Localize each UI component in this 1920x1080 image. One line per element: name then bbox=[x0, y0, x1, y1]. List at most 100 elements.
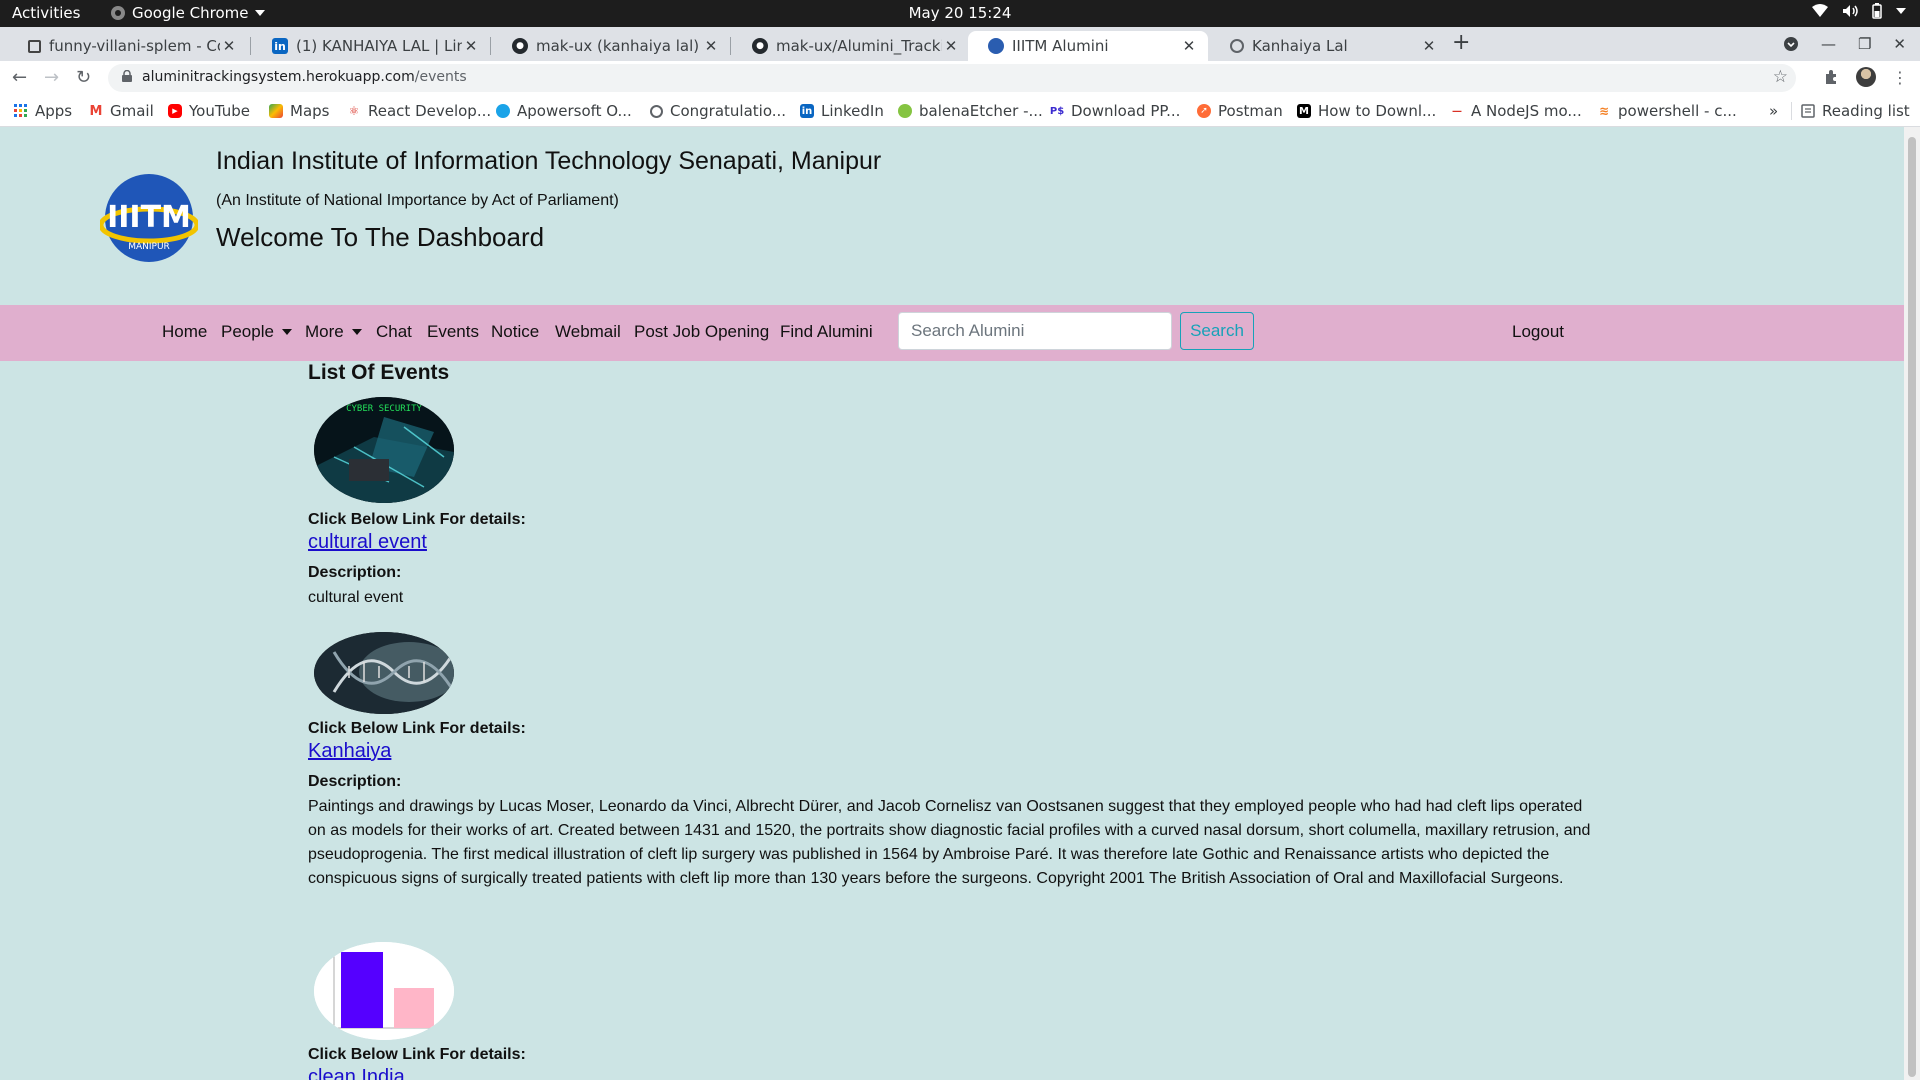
react-icon: ⚛ bbox=[348, 104, 360, 118]
bookmarks-bar: Apps M Gmail ▶ YouTube Maps ⚛ React Deve… bbox=[0, 95, 1920, 127]
close-icon[interactable]: ✕ bbox=[220, 37, 238, 55]
stackoverflow-icon: ≋ bbox=[1598, 104, 1610, 118]
linkedin-icon: in bbox=[272, 38, 288, 54]
maps-icon bbox=[269, 104, 283, 118]
chevron-down-icon bbox=[1896, 8, 1906, 14]
minimize-icon[interactable]: — bbox=[1821, 35, 1836, 53]
system-tray[interactable] bbox=[1812, 3, 1906, 19]
bookmark-star-icon[interactable]: ☆ bbox=[1773, 67, 1788, 87]
nav-chat[interactable]: Chat bbox=[376, 322, 412, 342]
reading-list-button[interactable]: Reading list bbox=[1801, 102, 1910, 120]
nav-more-dropdown[interactable]: More bbox=[305, 322, 362, 342]
medium-icon: M bbox=[1297, 104, 1311, 118]
event-description: cultural event bbox=[308, 589, 404, 606]
bookmark-congratulations[interactable]: Congratulatio... bbox=[650, 102, 786, 120]
institute-name: Indian Institute of Information Technolo… bbox=[216, 147, 882, 175]
nav-post-job-opening[interactable]: Post Job Opening bbox=[634, 322, 769, 342]
close-icon[interactable]: ✕ bbox=[942, 37, 960, 55]
bookmark-maps[interactable]: Maps bbox=[269, 102, 329, 120]
bookmark-apowersoft[interactable]: Apowersoft O... bbox=[496, 102, 632, 120]
nav-home[interactable]: Home bbox=[162, 322, 207, 342]
clock[interactable]: May 20 15:24 bbox=[909, 4, 1012, 22]
profile-avatar[interactable] bbox=[1856, 67, 1876, 87]
restore-icon[interactable]: ❐ bbox=[1858, 35, 1871, 53]
description-label: Description: bbox=[308, 773, 402, 790]
close-icon[interactable]: ✕ bbox=[1420, 37, 1438, 55]
close-window-icon[interactable]: ✕ bbox=[1893, 35, 1906, 53]
more-bookmarks-chevron[interactable]: » bbox=[1769, 102, 1778, 120]
tab-linkedin[interactable]: in (1) KANHAIYA LAL | LinkedIn ✕ bbox=[252, 31, 490, 61]
nav-webmail[interactable]: Webmail bbox=[555, 322, 621, 342]
event-image-dna[interactable] bbox=[314, 632, 454, 714]
tab-title: (1) KANHAIYA LAL | LinkedIn bbox=[296, 37, 462, 55]
iiitm-logo: IIITM MANIPUR bbox=[100, 174, 198, 262]
tab-title: funny-villani-splem - Code bbox=[49, 37, 220, 55]
apps-grid-icon bbox=[14, 104, 27, 117]
tab-github-profile[interactable]: ● mak-ux (kanhaiya lal) ✕ bbox=[492, 31, 730, 61]
bookmark-linkedin[interactable]: in LinkedIn bbox=[800, 102, 884, 120]
event-description: Paintings and drawings by Lucas Moser, L… bbox=[308, 798, 1591, 887]
iiitm-favicon bbox=[988, 38, 1004, 54]
search-alumini-input[interactable] bbox=[898, 312, 1172, 350]
extensions-puzzle-icon[interactable] bbox=[1824, 69, 1840, 85]
event-link-kanhaiya[interactable]: Kanhaiya bbox=[308, 740, 391, 763]
chrome-icon bbox=[111, 6, 125, 20]
bookmark-powershell[interactable]: ≋ powershell - c... bbox=[1597, 102, 1737, 120]
bookmark-react-devtools[interactable]: ⚛ React Develop... bbox=[347, 102, 492, 120]
bookmark-how-to-download[interactable]: M How to Downl... bbox=[1297, 102, 1436, 120]
bookmark-download-pp[interactable]: P$ Download PP... bbox=[1050, 102, 1181, 120]
balena-icon bbox=[898, 104, 912, 118]
battery-icon bbox=[1872, 3, 1882, 19]
new-tab-button[interactable]: + bbox=[1452, 30, 1470, 55]
details-label: Click Below Link For details: bbox=[308, 511, 526, 528]
close-icon[interactable]: ✕ bbox=[1180, 37, 1198, 55]
tab-search-icon[interactable] bbox=[1783, 36, 1799, 52]
nav-events[interactable]: Events bbox=[427, 322, 479, 342]
site-header: IIITM MANIPUR Indian Institute of Inform… bbox=[0, 127, 1904, 305]
youtube-icon: ▶ bbox=[168, 104, 182, 118]
page-scrollbar[interactable] bbox=[1904, 127, 1920, 1080]
scrollbar-thumb[interactable] bbox=[1908, 137, 1916, 1077]
event-image-text: CYBER SECURITY bbox=[346, 404, 422, 414]
url-text: aluminitrackingsystem.herokuapp.com/even… bbox=[142, 69, 467, 85]
details-label: Click Below Link For details: bbox=[308, 1046, 526, 1063]
tab-github-repo[interactable]: ● mak-ux/Alumini_Tracking ✕ bbox=[732, 31, 970, 61]
main-navbar: Home People More Chat Events Notice Webm… bbox=[0, 305, 1904, 361]
gmail-icon: M bbox=[89, 103, 103, 119]
tab-iiitm-alumini[interactable]: IIITM Alumini ✕ bbox=[968, 31, 1208, 61]
back-arrow-icon[interactable]: ← bbox=[12, 67, 27, 88]
kebab-menu-icon[interactable]: ⋮ bbox=[1892, 68, 1908, 87]
tab-codesandbox[interactable]: funny-villani-splem - Code ✕ bbox=[8, 31, 248, 61]
reload-icon[interactable]: ↻ bbox=[76, 67, 91, 88]
address-bar[interactable]: aluminitrackingsystem.herokuapp.com/even… bbox=[108, 64, 1796, 92]
search-button[interactable]: Search bbox=[1180, 312, 1254, 350]
event-link-clean-india[interactable]: clean India bbox=[308, 1066, 405, 1080]
tab-title: IIITM Alumini bbox=[1012, 37, 1109, 55]
activities-button[interactable]: Activities bbox=[12, 4, 80, 22]
event-card: CYBER SECURITY Click Below Link For deta… bbox=[308, 397, 1598, 610]
event-image-cyber[interactable]: CYBER SECURITY bbox=[314, 397, 454, 503]
close-icon[interactable]: ✕ bbox=[702, 37, 720, 55]
nav-find-alumini[interactable]: Find Alumini bbox=[780, 322, 873, 342]
nav-notice[interactable]: Notice bbox=[491, 322, 539, 342]
event-link-cultural-event[interactable]: cultural event bbox=[308, 531, 427, 554]
forward-arrow-icon[interactable]: → bbox=[44, 67, 59, 88]
bookmark-youtube[interactable]: ▶ YouTube bbox=[168, 102, 250, 120]
app-menu[interactable]: Google Chrome bbox=[110, 4, 265, 22]
bookmark-gmail[interactable]: M Gmail bbox=[89, 102, 154, 120]
logout-link[interactable]: Logout bbox=[1512, 322, 1564, 342]
event-image-bar-chart[interactable] bbox=[314, 942, 454, 1040]
system-top-bar: Activities Google Chrome May 20 15:24 bbox=[0, 0, 1920, 27]
bookmark-balenaetcher[interactable]: balenaEtcher -... bbox=[898, 102, 1043, 120]
nav-people-dropdown[interactable]: People bbox=[221, 322, 292, 342]
dashboard-welcome: Welcome To The Dashboard bbox=[216, 222, 545, 252]
bookmark-nodejs[interactable]: — A NodeJS mo... bbox=[1450, 102, 1582, 120]
bookmark-postman[interactable]: ➚ Postman bbox=[1197, 102, 1283, 120]
tab-kanhaiya-lal[interactable]: Kanhaiya Lal ✕ bbox=[1210, 31, 1448, 61]
description-label: Description: bbox=[308, 564, 402, 581]
codesandbox-icon bbox=[28, 39, 41, 53]
dev-icon: — bbox=[1452, 105, 1462, 117]
bookmark-apps[interactable]: Apps bbox=[14, 102, 72, 120]
close-icon[interactable]: ✕ bbox=[462, 37, 480, 55]
institute-subtitle: (An Institute of National Importance by … bbox=[216, 192, 619, 209]
